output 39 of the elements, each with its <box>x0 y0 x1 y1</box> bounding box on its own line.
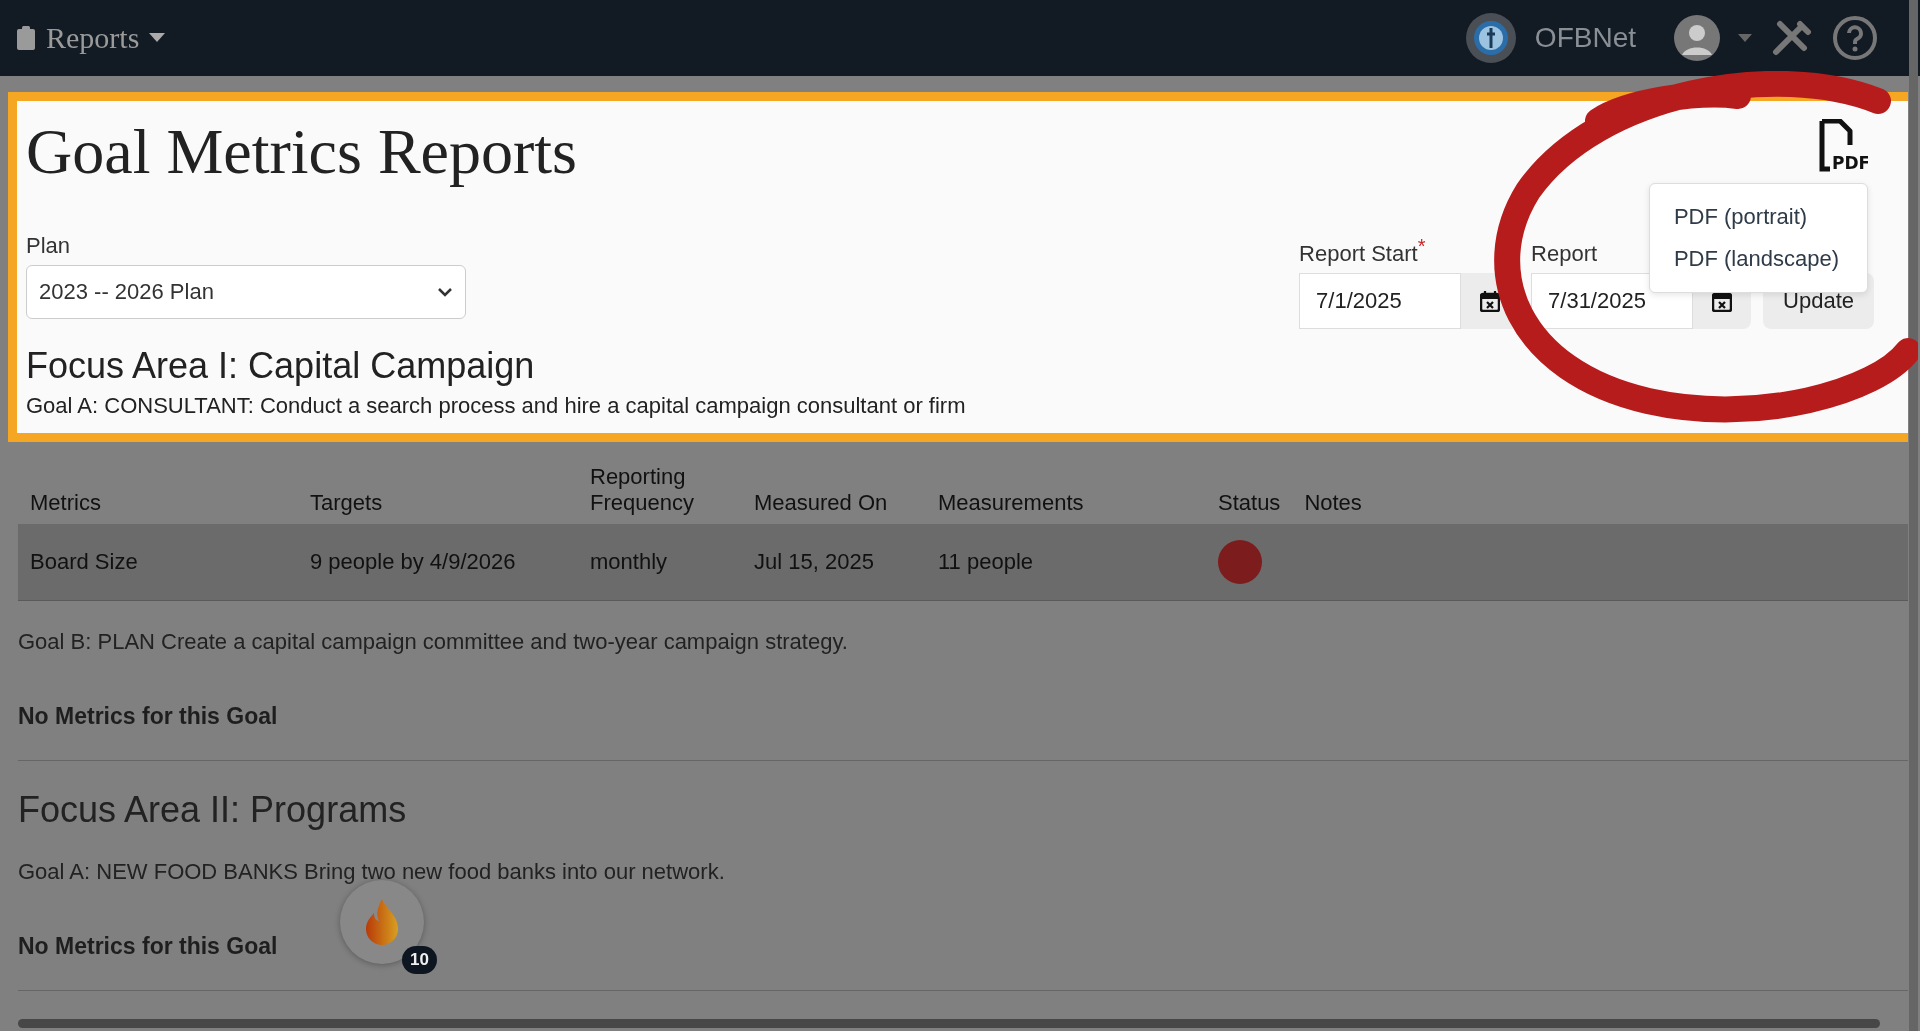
clipboard-icon[interactable] <box>16 25 36 51</box>
org-name: OFBNet <box>1534 22 1636 54</box>
plan-select[interactable]: 2023 -- 2026 Plan <box>26 265 466 319</box>
vertical-scrollbar[interactable] <box>1909 0 1918 1031</box>
column-header: Notes <box>1292 456 1908 524</box>
menu-item[interactable]: PDF (portrait) <box>1649 196 1867 238</box>
caret-icon[interactable] <box>149 33 166 43</box>
goal-text: Goal A: NEW FOOD BANKS Bring two new food banks into our network. <box>18 859 726 885</box>
table-cell: 11 people <box>926 524 1206 601</box>
logo-icon <box>1464 12 1517 64</box>
no-metrics-text: No Metrics for this Goal <box>18 703 278 730</box>
horizontal-scrollbar[interactable] <box>18 1019 1880 1028</box>
table-cell: Jul 15, 2025 <box>742 524 926 601</box>
column-header: Measured On <box>742 456 926 524</box>
date-field[interactable]: 7/1/2025 <box>1299 273 1462 329</box>
goal-text: Goal A: CONSULTANT: Conduct a search process and hire a capital campaign consultant or firm <box>26 393 967 419</box>
help-icon[interactable] <box>1832 15 1878 61</box>
reports-menu[interactable]: Reports <box>46 21 140 55</box>
no-metrics-text: No Metrics for this Goal <box>18 933 278 960</box>
report-end-label: Report <box>1531 241 1598 267</box>
column-header: Measurements <box>926 456 1206 524</box>
table-cell: Board Size <box>18 524 298 601</box>
goal-text: Goal B: PLAN Create a capital campaign committee and two-year campaign strategy. <box>18 629 849 655</box>
table-cell: 9 people by 4/9/2026 <box>298 524 578 601</box>
focus-area-heading: Focus Area I: Capital Campaign <box>26 345 536 387</box>
chevron-icon <box>437 287 453 297</box>
column-header: Targets <box>298 456 578 524</box>
table-cell: monthly <box>578 524 742 601</box>
plan-label: Plan <box>26 233 71 259</box>
avatar-icon[interactable] <box>1674 15 1720 61</box>
column-header: Status <box>1206 456 1293 524</box>
calendar-icon <box>1480 290 1501 312</box>
page-title: Goal Metrics Reports <box>26 115 577 189</box>
column-header: Reporting Frequency <box>578 456 742 524</box>
tools-icon[interactable] <box>1770 18 1814 58</box>
calendar-icon <box>1712 290 1733 312</box>
column-header: Metrics <box>18 456 298 524</box>
notification-badge: 10 <box>402 946 437 974</box>
focus-area-heading: Focus Area II: Programs <box>18 789 408 831</box>
